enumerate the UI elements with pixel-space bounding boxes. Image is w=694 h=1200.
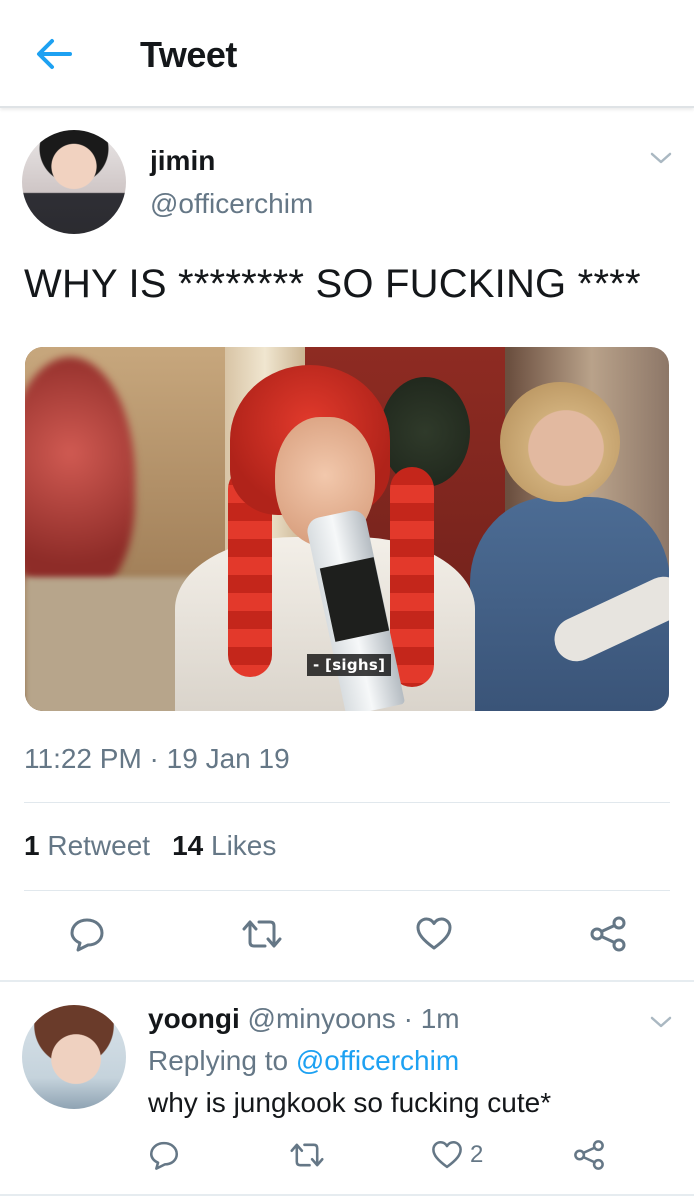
reply-author-avatar[interactable] [22,1005,126,1109]
retweet-icon [242,920,282,948]
media-subtitle-caption: - [sighs] [307,654,392,676]
chevron-down-icon [650,1016,672,1028]
reply-header: yoongi @minyoons · 1m [148,1003,460,1035]
reply-button[interactable] [67,914,107,954]
reply-author-name[interactable]: yoongi [148,1003,240,1034]
back-arrow-icon [37,39,72,69]
author-handle[interactable]: @officerchim [150,188,313,220]
like-button[interactable] [414,914,454,954]
replying-to-link[interactable]: @officerchim [296,1045,459,1076]
reply-icon [149,1141,179,1170]
reply-text: why is jungkook so fucking cute* [148,1087,552,1118]
timestamp-separator: · [141,743,167,774]
share-button[interactable] [588,914,628,954]
media-braid-right [390,467,434,687]
reply-like-count: 2 [470,1141,484,1168]
section-divider [0,980,694,982]
tweet-date: 19 Jan 19 [166,743,290,774]
like-icon [416,917,452,950]
reply-reply-button[interactable] [147,1138,181,1172]
likes-stat[interactable]: 14 Likes [172,830,276,861]
retweet-count: 1 [24,830,40,861]
reply-separator: · [395,1003,421,1034]
like-count: 14 [172,830,204,861]
engagement-stats: 1 Retweet 14 Likes [24,830,276,862]
tweet-timestamp[interactable]: 11:22 PM · 19 Jan 19 [24,743,290,775]
tweet-time: 11:22 PM [24,743,142,774]
reply-icon [70,918,104,952]
media-nurse-head [500,382,620,502]
reply-author-handle[interactable]: @minyoons [248,1003,396,1034]
tweet-media-image[interactable]: - [sighs] [25,347,669,711]
page-title: Tweet [140,34,237,75]
share-icon [574,1140,604,1170]
replying-to: Replying to @officerchim [148,1045,459,1077]
author-avatar[interactable] [22,130,126,234]
retweet-button[interactable] [240,914,284,954]
tweet-options-button[interactable] [648,148,674,168]
retweet-stat[interactable]: 1 Retweet [24,830,150,861]
reply-like-button[interactable]: 2 [430,1138,483,1172]
divider [24,802,670,803]
reply-retweet-button[interactable] [288,1138,326,1172]
share-icon [590,916,626,952]
chevron-down-icon [650,152,672,164]
divider [24,890,670,891]
retweet-label: Retweet [47,830,151,861]
reply-options-button[interactable] [648,1012,674,1032]
retweet-icon [290,1143,324,1167]
like-icon [432,1140,462,1169]
top-app-bar: Tweet [0,0,694,108]
author-name[interactable]: jimin [150,145,215,177]
replying-to-prefix: Replying to [148,1045,296,1076]
section-divider [0,1194,694,1196]
tweet-text: WHY IS ******** SO FUCKING **** [24,262,641,306]
likes-label: Likes [211,830,277,861]
reply-share-button[interactable] [572,1138,606,1172]
reply-age: 1m [420,1003,460,1034]
back-button[interactable] [30,34,78,74]
